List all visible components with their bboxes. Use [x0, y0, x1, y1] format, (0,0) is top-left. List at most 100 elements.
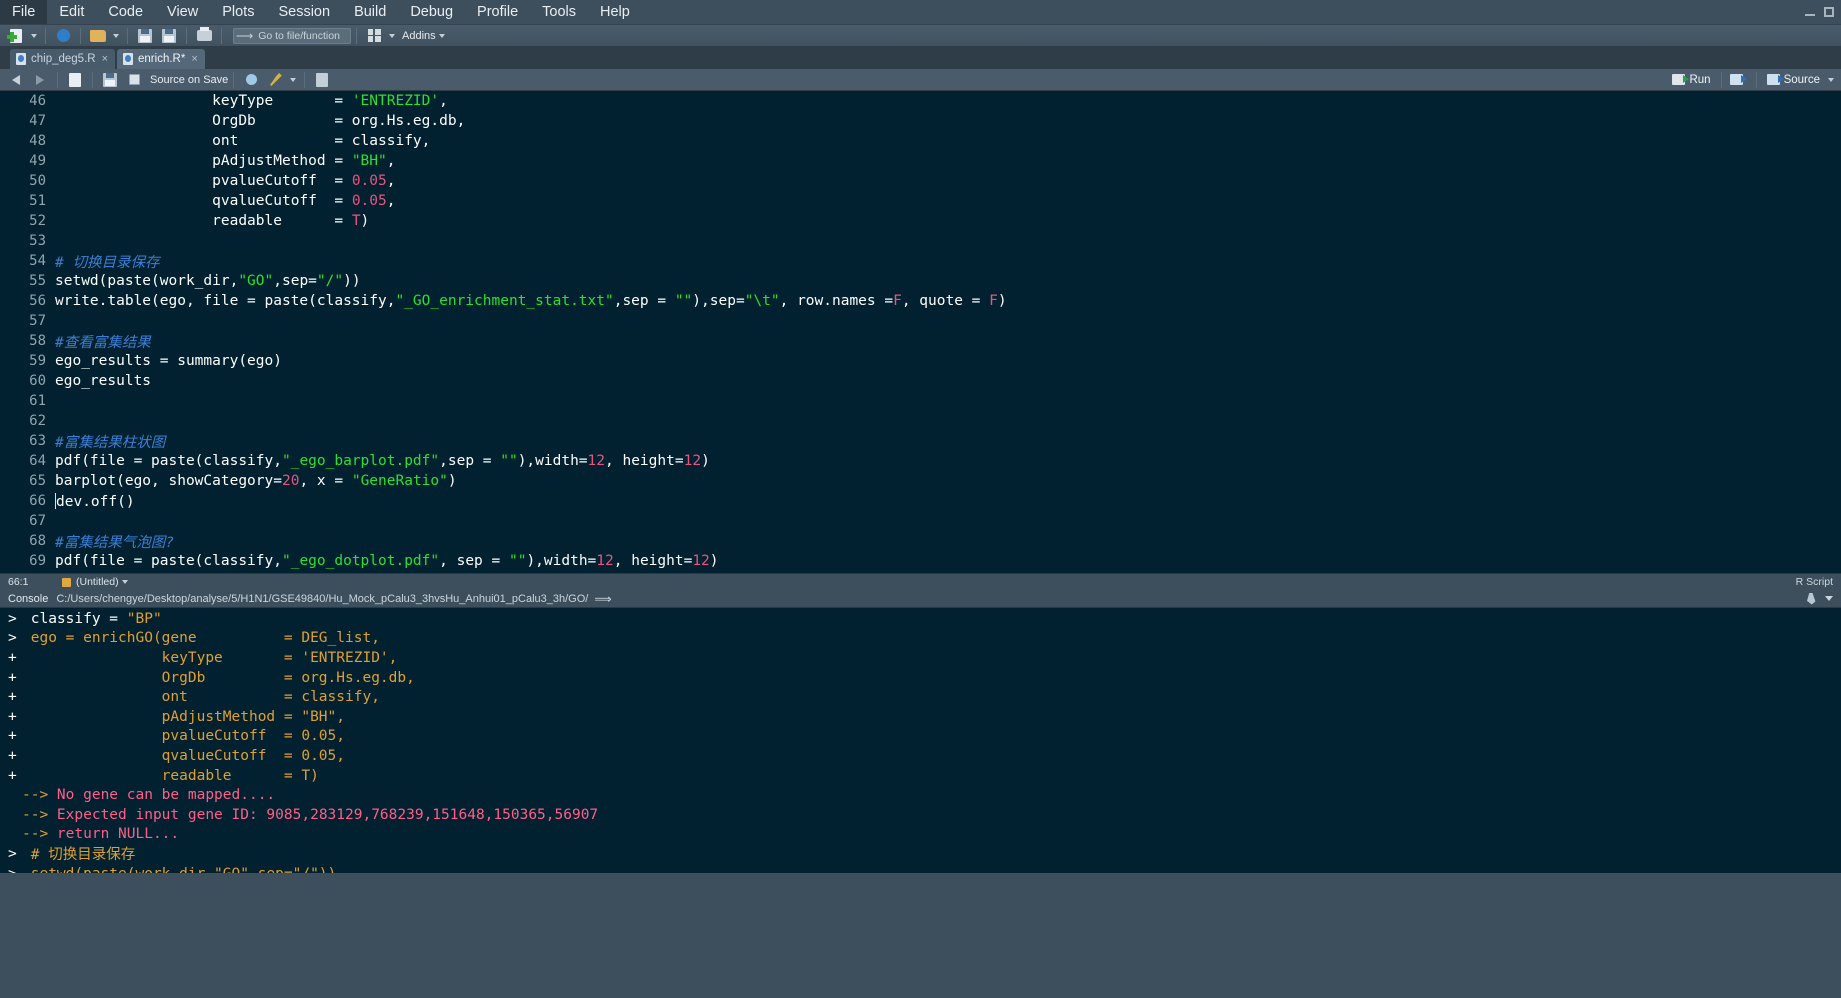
close-icon[interactable]: ×	[102, 53, 108, 65]
workspace-panes-dropdown-icon[interactable]	[389, 33, 395, 38]
addins-button[interactable]: Addins	[402, 30, 436, 42]
source-tab-enrich[interactable]: enrich.R* ×	[117, 49, 205, 69]
minimize-console-icon[interactable]	[1825, 596, 1833, 601]
code-line[interactable]: 54 # 切换目录保存	[0, 251, 1841, 271]
addins-dropdown-icon[interactable]	[438, 33, 445, 38]
show-in-new-window-icon[interactable]	[64, 71, 86, 89]
editor-toolbar-right: Run Source	[1667, 71, 1837, 89]
editor-toolbar: Source on Save Run Source	[0, 69, 1841, 91]
console-line: --> return NULL...	[0, 825, 1841, 845]
code-token: 12	[683, 453, 702, 469]
new-file-dropdown-icon[interactable]	[31, 33, 37, 38]
code-line-content: pdf(file = paste(classify,"_ego_dotplot.…	[55, 553, 719, 569]
code-line[interactable]: 52 readable = T)	[0, 211, 1841, 231]
maximize-icon[interactable]	[1821, 5, 1837, 19]
open-directory-icon[interactable]: ⟹	[594, 592, 611, 606]
source-tab-strip: chip_deg5.R × enrich.R* ×	[0, 47, 1841, 69]
code-line[interactable]: 60 ego_results	[0, 371, 1841, 391]
file-type-label[interactable]: R Script	[1796, 576, 1833, 588]
menu-item-file[interactable]: File	[0, 0, 48, 24]
run-icon	[1672, 74, 1690, 85]
code-line[interactable]: 62	[0, 411, 1841, 431]
code-line[interactable]: 50 pvalueCutoff = 0.05,	[0, 171, 1841, 191]
forward-icon[interactable]	[29, 71, 51, 89]
code-line[interactable]: 56 write.table(ego, file = paste(classify…	[0, 291, 1841, 311]
code-token: )	[360, 213, 370, 229]
minimize-icon[interactable]	[1802, 5, 1818, 19]
new-project-icon[interactable]	[52, 27, 74, 45]
back-icon[interactable]	[5, 71, 27, 89]
console-line: + pvalueCutoff = 0.05,	[0, 727, 1841, 747]
code-line-content: qvalueCutoff = 0.05,	[55, 193, 395, 209]
source-on-save-checkbox[interactable]	[123, 71, 145, 89]
code-line[interactable]: 68 #富集结果气泡图?	[0, 531, 1841, 551]
console-line: + OrgDb = org.Hs.eg.db,	[0, 668, 1841, 688]
menu-item-tools[interactable]: Tools	[530, 0, 588, 24]
rerun-icon[interactable]	[1728, 71, 1750, 89]
code-line[interactable]: 59 ego_results = summary(ego)	[0, 351, 1841, 371]
console-token: -->	[22, 787, 57, 804]
menu-item-code[interactable]: Code	[96, 0, 155, 24]
open-file-dropdown-icon[interactable]	[113, 33, 119, 38]
console-output[interactable]: > classify = "BP" > ego = enrichGO(gene =…	[0, 608, 1841, 873]
source-dropdown-icon[interactable]	[1828, 77, 1834, 82]
new-file-icon[interactable]	[5, 27, 27, 45]
code-line[interactable]: 51 qvalueCutoff = 0.05,	[0, 191, 1841, 211]
code-line[interactable]: 67	[0, 511, 1841, 531]
code-tools-dropdown-icon[interactable]	[290, 77, 297, 82]
code-line[interactable]: 46 keyType = 'ENTREZID',	[0, 91, 1841, 111]
code-line[interactable]: 55 setwd(paste(work_dir,"GO",sep="/"))	[0, 271, 1841, 291]
go-to-file-input[interactable]: ⟶ Go to file/function	[233, 27, 351, 44]
close-icon[interactable]: ×	[191, 53, 197, 65]
menu-item-debug[interactable]: Debug	[398, 0, 465, 24]
toolbar-divider	[356, 27, 357, 44]
code-line[interactable]: 53	[0, 231, 1841, 251]
code-line[interactable]: 65 barplot(ego, showCategory=20, x = "Gen…	[0, 471, 1841, 491]
code-line[interactable]: 69 pdf(file = paste(classify,"_ego_dotplo…	[0, 551, 1841, 571]
code-line[interactable]: 61	[0, 391, 1841, 411]
print-icon[interactable]	[193, 27, 215, 45]
code-editor[interactable]: 46 keyType = 'ENTREZID', 47 OrgDb = org.H…	[0, 91, 1841, 573]
menu-item-view[interactable]: View	[155, 0, 210, 24]
code-line[interactable]: 57	[0, 311, 1841, 331]
source-tab-chip-deg5[interactable]: chip_deg5.R ×	[10, 49, 116, 69]
code-line[interactable]: 48 ont = classify,	[0, 131, 1841, 151]
scope-dropdown-icon[interactable]	[121, 580, 128, 584]
save-icon[interactable]	[134, 27, 156, 45]
cursor-position: 66:1	[8, 576, 29, 588]
code-line[interactable]: 66 dev.off()	[0, 491, 1841, 511]
clear-console-icon[interactable]	[1807, 592, 1816, 605]
menu-item-help[interactable]: Help	[588, 0, 642, 24]
save-all-icon[interactable]	[158, 27, 180, 45]
console-token: "BP"	[126, 610, 162, 627]
code-line-content: pdf(file = paste(classify,"_ego_barplot.…	[55, 453, 710, 469]
code-tools-icon[interactable]	[264, 71, 286, 89]
code-line[interactable]: 63 #富集结果柱状图	[0, 431, 1841, 451]
menu-item-profile[interactable]: Profile	[465, 0, 530, 24]
line-number: 48	[29, 133, 46, 149]
workspace-panes-icon[interactable]	[363, 27, 385, 45]
menu-item-edit[interactable]: Edit	[47, 0, 96, 24]
console-line: --> No gene can be mapped....	[0, 785, 1841, 805]
menu-item-plots[interactable]: Plots	[210, 0, 266, 24]
code-token: keyType =	[55, 93, 352, 109]
code-line[interactable]: 47 OrgDb = org.Hs.eg.db,	[0, 111, 1841, 131]
console-prompt: +	[8, 649, 17, 666]
menu-item-build[interactable]: Build	[342, 0, 398, 24]
open-file-icon[interactable]	[87, 27, 109, 45]
console-line-content: OrgDb = org.Hs.eg.db,	[22, 670, 415, 686]
save-icon[interactable]	[99, 71, 121, 89]
source-tab-label: chip_deg5.R	[31, 53, 96, 65]
menu-item-session[interactable]: Session	[266, 0, 342, 24]
code-line[interactable]: 49 pAdjustMethod = "BH",	[0, 151, 1841, 171]
source-button[interactable]: Source	[1762, 71, 1825, 89]
code-line[interactable]: 64 pdf(file = paste(classify,"_ego_barplo…	[0, 451, 1841, 471]
compile-report-icon[interactable]	[311, 71, 333, 89]
find-replace-icon[interactable]	[240, 71, 262, 89]
code-line[interactable]: 58 #查看富集结果	[0, 331, 1841, 351]
run-button[interactable]: Run	[1667, 71, 1715, 89]
code-scope-label[interactable]: (Untitled)	[76, 576, 119, 588]
line-number: 53	[29, 233, 46, 249]
code-token: F	[989, 293, 998, 309]
code-token: "_GO_enrichment_stat.txt"	[395, 293, 614, 309]
